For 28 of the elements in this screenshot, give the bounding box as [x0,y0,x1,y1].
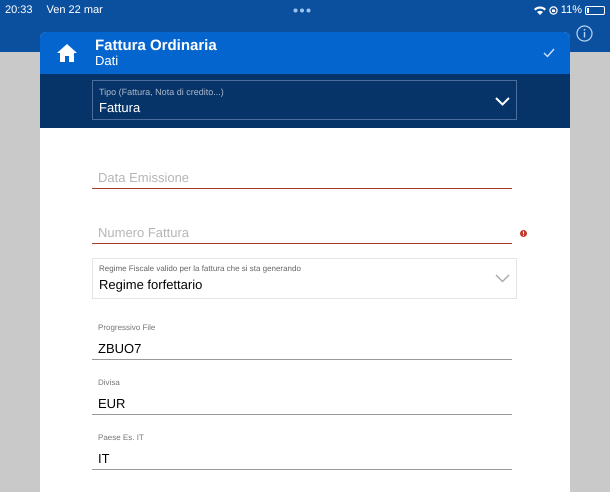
check-icon[interactable] [543,48,555,58]
modal-subtitle: Dati [95,53,120,68]
input-field[interactable]: ZBUO7 [92,338,512,360]
type-select[interactable]: Tipo (Fattura, Nota di credito...) Fattura [92,80,517,120]
select-label: Tipo (Fattura, Nota di credito...) [99,86,225,98]
field-label: Divisa [98,377,121,389]
status-time: 20:33 [5,2,33,18]
input-field[interactable]: IT [92,448,512,470]
field-label: Progressivo File [98,322,156,334]
select-value: Fattura [99,100,142,116]
battery-percent: 11% [560,2,582,18]
select-value: Regime forfettario [99,276,204,294]
field-label: Paese Es. IT [98,432,145,444]
input-field[interactable]: EUR [92,393,512,415]
input-field[interactable]: Numero Fattura [92,222,512,244]
regime-select[interactable]: Regime Fiscale valido per la fattura che si sta generando Regime forfettario [92,258,517,299]
input-field[interactable]: Data Emissione [92,167,512,189]
chevron-down-icon [495,97,510,106]
more-icon[interactable] [292,8,311,12]
modal-title: Fattura Ordinaria [95,38,217,53]
wifi-icon [534,6,546,14]
lock-rotation-icon [548,6,558,14]
chevron-down-icon [495,274,510,283]
select-label: Regime Fiscale valido per la fattura che si sta generando [99,264,302,274]
battery-icon [585,6,605,14]
info-icon[interactable] [576,25,593,42]
status-date: Ven 22 mar [46,2,103,18]
home-icon[interactable] [57,44,77,62]
